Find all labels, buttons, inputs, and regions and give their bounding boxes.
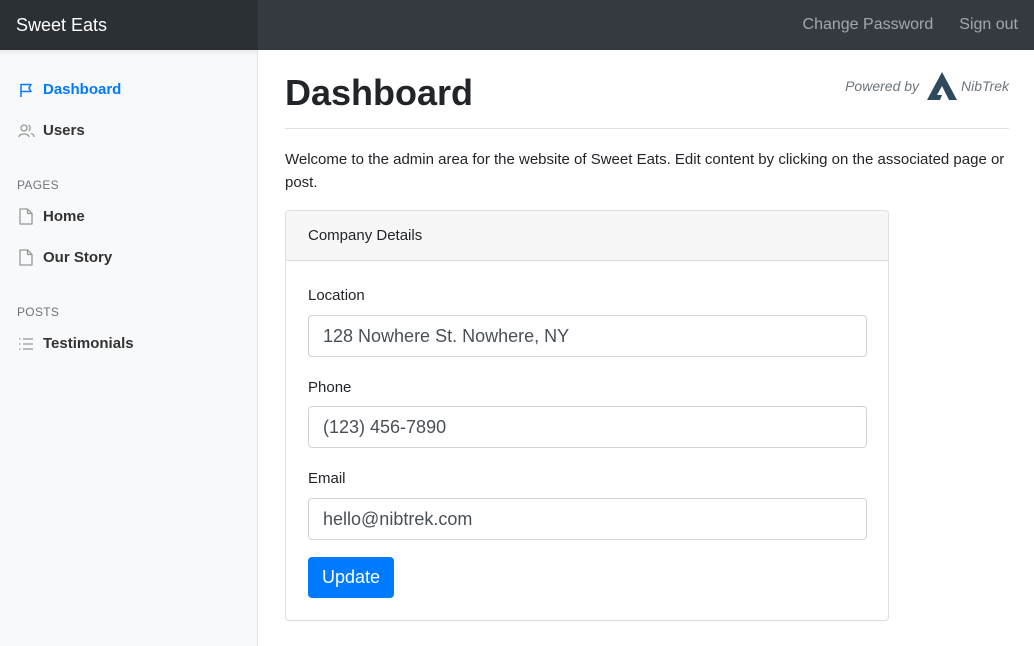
location-input[interactable] <box>308 315 867 357</box>
sidebar-item-label: Testimonials <box>43 335 134 352</box>
main-content: Dashboard Powered by NibTrek Welcome to … <box>258 50 1034 646</box>
sidebar-item-label: Our Story <box>43 249 113 266</box>
powered-by-text: Powered by <box>845 78 920 94</box>
phone-label: Phone <box>308 379 352 396</box>
sidebar-item-label: Dashboard <box>43 81 122 98</box>
file-icon <box>17 208 35 226</box>
pages-heading: PAGES <box>17 178 59 192</box>
posts-heading: POSTS <box>17 305 60 319</box>
top-navbar: Sweet Eats Change Password Sign out <box>0 0 1034 50</box>
page-title: Dashboard <box>285 72 474 113</box>
company-details-card: Company Details Location Phone Email Upd… <box>285 210 889 621</box>
email-label: Email <box>308 470 346 487</box>
title-divider <box>285 128 1009 129</box>
list-icon <box>17 335 35 353</box>
users-icon <box>17 122 35 140</box>
sign-out-link[interactable]: Sign out <box>946 0 1034 50</box>
sidebar: Dashboard Users PAGES Home Our Story POS… <box>0 50 258 646</box>
flag-icon <box>17 81 35 99</box>
sidebar-item-home[interactable]: Home <box>0 196 257 237</box>
card-header: Company Details <box>286 211 888 261</box>
brand-name[interactable]: Sweet Eats <box>0 0 258 50</box>
update-button[interactable]: Update <box>308 557 394 598</box>
sidebar-item-our-story[interactable]: Our Story <box>0 237 257 278</box>
location-label: Location <box>308 287 365 304</box>
change-password-link[interactable]: Change Password <box>790 0 947 50</box>
email-input[interactable] <box>308 498 867 540</box>
sidebar-item-users[interactable]: Users <box>0 110 257 151</box>
top-nav-links: Change Password Sign out <box>790 0 1034 50</box>
sidebar-item-testimonials[interactable]: Testimonials <box>0 323 257 364</box>
sidebar-item-label: Users <box>43 122 85 139</box>
phone-input[interactable] <box>308 406 867 448</box>
nibtrek-logo-icon <box>925 70 959 102</box>
welcome-text: Welcome to the admin area for the websit… <box>285 151 1005 191</box>
sidebar-item-label: Home <box>43 208 85 225</box>
file-icon <box>17 249 35 267</box>
powered-by: Powered by NibTrek <box>845 70 1009 102</box>
powered-brand: NibTrek <box>961 78 1009 94</box>
sidebar-item-dashboard[interactable]: Dashboard <box>0 69 257 110</box>
